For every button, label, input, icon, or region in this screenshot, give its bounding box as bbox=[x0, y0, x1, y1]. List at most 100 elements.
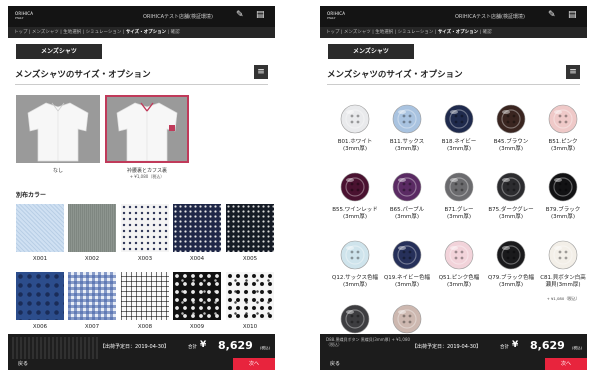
shirt-button-option[interactable] bbox=[494, 238, 528, 272]
shirt-button-option[interactable] bbox=[546, 170, 580, 204]
currency-symbol: ¥ bbox=[512, 340, 519, 350]
divider bbox=[15, 84, 268, 85]
button-swatch-icon bbox=[340, 172, 370, 202]
button-option-label: Q51.ピンク色幅(3mm厚) bbox=[438, 275, 480, 288]
shirt-button-option[interactable] bbox=[546, 238, 580, 272]
breadcrumb-fabric[interactable]: 生地選択 bbox=[375, 30, 393, 35]
shirt-button-option[interactable] bbox=[442, 102, 476, 136]
button-swatch-icon bbox=[444, 104, 474, 134]
shirt-options-screen-right: ORIHICA ITALY ORIHICAテスト店舗(検証環境) ✎ ▤ トップ… bbox=[320, 6, 587, 370]
fabric-swatch[interactable] bbox=[121, 272, 169, 320]
shirt-button-option[interactable] bbox=[546, 102, 580, 136]
shirt-button-option[interactable] bbox=[338, 170, 372, 204]
button-option-label: Q19.ネイビー色幅(3mm厚) bbox=[383, 275, 431, 288]
brand-logo[interactable]: ORIHICA ITALY bbox=[15, 12, 33, 21]
collar-option-label: 衿腰裏とカフス裏 bbox=[126, 168, 167, 174]
shirt-button-option[interactable] bbox=[390, 170, 424, 204]
document-icon[interactable]: ▤ bbox=[568, 11, 577, 20]
fabric-preview-strip bbox=[12, 337, 98, 359]
button-option-label: B11.サックス bbox=[389, 139, 425, 145]
shirt-button-option[interactable] bbox=[442, 170, 476, 204]
fabric-code: X009 bbox=[189, 324, 205, 330]
page-title: メンズシャツのサイズ・オプション bbox=[15, 70, 151, 80]
shirt-button-option[interactable] bbox=[338, 302, 372, 336]
divider bbox=[327, 84, 580, 85]
breadcrumb-confirm[interactable]: 確認 bbox=[171, 30, 180, 35]
shirt-button-option[interactable] bbox=[494, 170, 528, 204]
section-title: 別布カラー bbox=[16, 192, 47, 199]
collar-option-inner-collar-cuff[interactable] bbox=[105, 95, 189, 163]
button-swatch-icon bbox=[496, 104, 526, 134]
fabric-swatch[interactable] bbox=[16, 272, 64, 320]
fabric-swatch[interactable] bbox=[68, 272, 116, 320]
button-option-label: B71.グレー bbox=[444, 207, 474, 213]
button-option-label-obscured: D88.黒蝶貝ボタン 黒蝶貝(3mm厚) + ¥1,080（税込） bbox=[326, 337, 411, 347]
fabric-swatch[interactable] bbox=[68, 204, 116, 252]
button-swatch-icon bbox=[340, 240, 370, 270]
collar-option-label: なし bbox=[52, 168, 63, 174]
button-option-thickness: (3mm厚) bbox=[394, 214, 419, 220]
fabric-swatch[interactable] bbox=[16, 204, 64, 252]
breadcrumb-top[interactable]: トップ bbox=[326, 30, 340, 35]
brand-logo[interactable]: ORIHICA ITALY bbox=[327, 12, 345, 21]
button-swatch-icon bbox=[496, 172, 526, 202]
fabric-code: X008 bbox=[137, 324, 153, 330]
total-amount: 8,629 bbox=[530, 339, 565, 352]
shirt-button-option[interactable] bbox=[390, 238, 424, 272]
breadcrumb-fabric[interactable]: 生地選択 bbox=[63, 30, 81, 35]
button-swatch-icon bbox=[548, 104, 578, 134]
tax-note: (税込) bbox=[572, 346, 582, 350]
shop-name: ORIHICAテスト店舗(検証環境) bbox=[455, 14, 525, 20]
fabric-code: X002 bbox=[84, 256, 100, 262]
top-bar: ORIHICA ITALY ORIHICAテスト店舗(検証環境) ✎ ▤ bbox=[320, 6, 587, 27]
fabric-swatch[interactable] bbox=[173, 204, 221, 252]
breadcrumb-shirt[interactable]: メンズシャツ bbox=[32, 30, 59, 35]
page-title: メンズシャツのサイズ・オプション bbox=[327, 70, 463, 80]
next-button[interactable]: 次へ bbox=[545, 358, 587, 370]
order-footer: D88.黒蝶貝ボタン 黒蝶貝(3mm厚) + ¥1,080（税込） 【出荷予定日… bbox=[320, 334, 587, 370]
category-button[interactable]: メンズシャツ bbox=[328, 44, 414, 59]
button-swatch-icon bbox=[548, 240, 578, 270]
fabric-code: X007 bbox=[84, 324, 100, 330]
button-swatch-icon bbox=[392, 304, 422, 334]
shop-name: ORIHICAテスト店舗(検証環境) bbox=[143, 14, 213, 20]
next-button[interactable]: 次へ bbox=[233, 358, 275, 370]
fabric-swatch[interactable] bbox=[121, 204, 169, 252]
shirt-button-option[interactable] bbox=[338, 238, 372, 272]
collar-option-none[interactable] bbox=[16, 95, 100, 163]
back-button[interactable]: 戻る bbox=[330, 360, 340, 367]
breadcrumb-simulation[interactable]: シミュレーション bbox=[398, 30, 434, 35]
back-button[interactable]: 戻る bbox=[18, 360, 28, 367]
breadcrumb-top[interactable]: トップ bbox=[14, 30, 28, 35]
category-button[interactable]: メンズシャツ bbox=[16, 44, 102, 59]
breadcrumb: トップ | メンズシャツ | 生地選択 | シミュレーション | サイズ・オプシ… bbox=[8, 27, 275, 38]
button-swatch-icon bbox=[340, 104, 370, 134]
button-option-label: Q79.ブラック色幅(3mm厚) bbox=[487, 275, 535, 288]
shirt-button-option[interactable] bbox=[442, 238, 476, 272]
fabric-swatch[interactable] bbox=[226, 204, 274, 252]
tag-icon[interactable]: ✎ bbox=[548, 11, 556, 20]
shirt-button-option[interactable] bbox=[390, 102, 424, 136]
tag-icon[interactable]: ✎ bbox=[236, 11, 244, 20]
fabric-swatch[interactable] bbox=[173, 272, 221, 320]
breadcrumb-shirt[interactable]: メンズシャツ bbox=[344, 30, 371, 35]
hamburger-icon[interactable]: ≡ bbox=[254, 65, 268, 79]
breadcrumb-size-option: サイズ・オプション bbox=[125, 30, 167, 35]
button-option-label: B79.ブラック bbox=[545, 207, 581, 213]
shirt-button-option[interactable] bbox=[494, 102, 528, 136]
ship-date: 【出荷予定日：2019-04-30】 bbox=[100, 344, 170, 350]
document-icon[interactable]: ▤ bbox=[256, 11, 265, 20]
fabric-swatch[interactable] bbox=[226, 272, 274, 320]
shirt-button-option[interactable] bbox=[390, 302, 424, 336]
breadcrumb: トップ | メンズシャツ | 生地選択 | シミュレーション | サイズ・オプシ… bbox=[320, 27, 587, 38]
shirt-button-option[interactable] bbox=[338, 102, 372, 136]
breadcrumb-confirm[interactable]: 確認 bbox=[483, 30, 492, 35]
breadcrumb-simulation[interactable]: シミュレーション bbox=[86, 30, 122, 35]
button-option-thickness: (3mm厚) bbox=[498, 146, 523, 152]
button-swatch-icon bbox=[444, 172, 474, 202]
button-swatch-icon bbox=[392, 172, 422, 202]
button-option-label: B51.ピンク bbox=[548, 139, 578, 145]
button-swatch-icon bbox=[392, 240, 422, 270]
fabric-code: X010 bbox=[242, 324, 258, 330]
hamburger-icon[interactable]: ≡ bbox=[566, 65, 580, 79]
